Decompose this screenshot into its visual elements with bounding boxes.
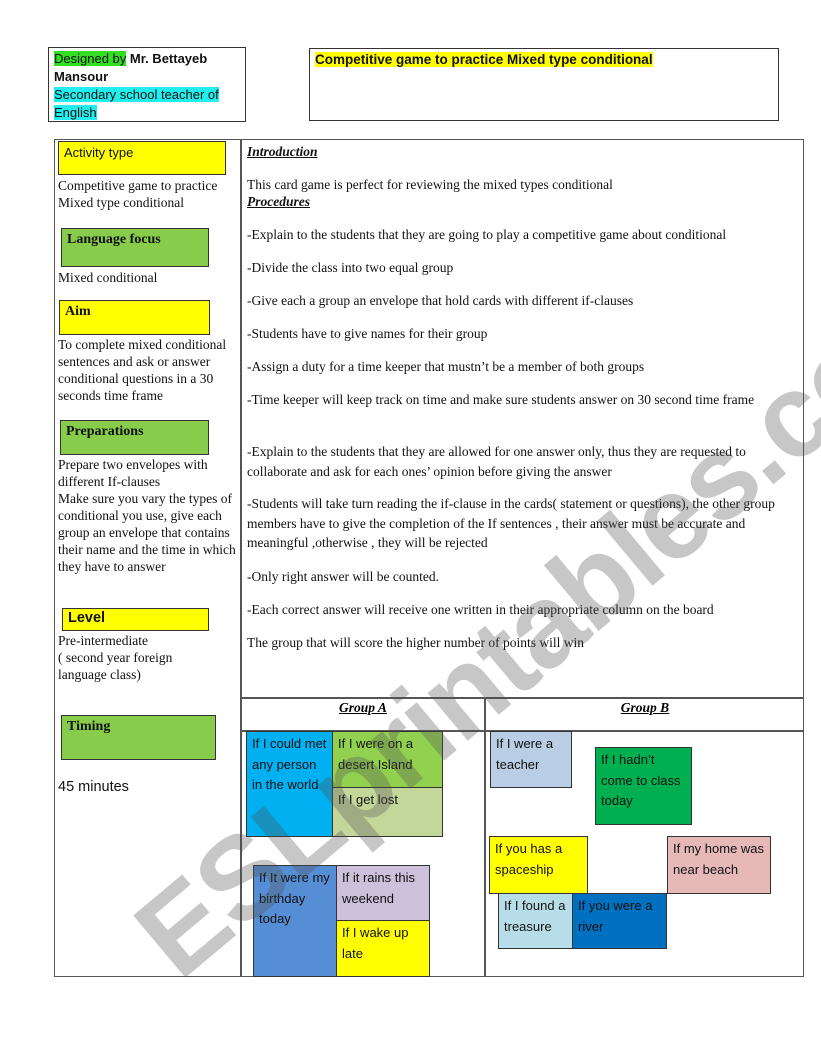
card-group-b[interactable]: If I hadn’t come to class today — [595, 747, 692, 825]
level-text-2: ( second year foreign language class) — [58, 650, 173, 682]
aim-text: To complete mixed conditional sentences … — [58, 337, 227, 403]
worksheet-title: Competitive game to practice Mixed type … — [315, 52, 653, 67]
card-group-a[interactable]: If I could met any person in the world — [246, 731, 333, 837]
card-group-b[interactable]: If you were a river — [572, 893, 667, 949]
card-group-a[interactable]: If it rains this weekend — [336, 865, 430, 921]
procedure-step: -Each correct answer will receive one wr… — [247, 602, 714, 617]
procedures-heading: Procedures — [247, 194, 310, 209]
procedure-step: -Give each a group an envelope that hold… — [247, 293, 634, 308]
group-divider — [484, 697, 486, 977]
group-b-heading: Group B — [620, 700, 670, 715]
card-group-a[interactable]: If I get lost — [332, 787, 443, 837]
introduction-heading: Introduction — [247, 144, 318, 159]
procedure-step: -Divide the class into two equal group — [247, 260, 454, 275]
level-text-1: Pre-intermediate — [58, 633, 148, 648]
procedure-step: -Explain to the students that they are a… — [247, 444, 746, 479]
language-focus-text: Mixed conditional — [58, 270, 158, 285]
card-group-b[interactable]: If I found a treasure — [498, 893, 573, 949]
procedure-step: -Students have to give names for their g… — [247, 326, 488, 341]
card-group-b[interactable]: If I were a teacher — [490, 731, 572, 788]
designed-by-label: Designed by — [54, 51, 127, 66]
level-label: Level — [62, 608, 209, 631]
timing-label: Timing — [61, 715, 216, 760]
procedure-step: -Assign a duty for a time keeper that mu… — [247, 359, 645, 374]
procedure-step: -Only right answer will be counted. — [247, 569, 439, 584]
preparations-text-1: Prepare two envelopes with different If-… — [58, 457, 208, 489]
activity-type-label: Activity type — [58, 141, 226, 175]
row-divider — [240, 697, 804, 699]
card-group-a[interactable]: If I wake up late — [336, 920, 430, 977]
procedure-step: The group that will score the higher num… — [247, 635, 585, 650]
timing-text: 45 minutes — [58, 779, 129, 795]
title-box: Competitive game to practice Mixed type … — [309, 48, 779, 121]
preparations-text-2: Make sure you vary the types of conditio… — [58, 491, 236, 574]
author-role: Secondary school teacher of English — [54, 87, 219, 120]
card-group-b[interactable]: If my home was near beach — [667, 836, 771, 894]
procedure-step: -Students will take turn reading the if-… — [247, 496, 775, 550]
card-group-b[interactable]: If you has a spaceship — [489, 836, 588, 894]
card-group-a[interactable]: If It were my birthday today — [253, 865, 337, 977]
procedure-step: -Explain to the students that they are g… — [247, 227, 727, 242]
language-focus-label: Language focus — [61, 228, 209, 267]
group-a-heading: Group A — [339, 700, 387, 715]
author-box: Designed by Mr. Bettayeb Mansour Seconda… — [48, 47, 246, 122]
column-divider — [240, 139, 242, 977]
aim-label: Aim — [59, 300, 210, 335]
preparations-label: Preparations — [60, 420, 209, 455]
card-group-a[interactable]: If I were on a desert Island — [332, 731, 443, 788]
procedure-step: -Time keeper will keep track on time and… — [247, 392, 755, 407]
activity-type-text: Competitive game to practice Mixed type … — [58, 178, 218, 210]
